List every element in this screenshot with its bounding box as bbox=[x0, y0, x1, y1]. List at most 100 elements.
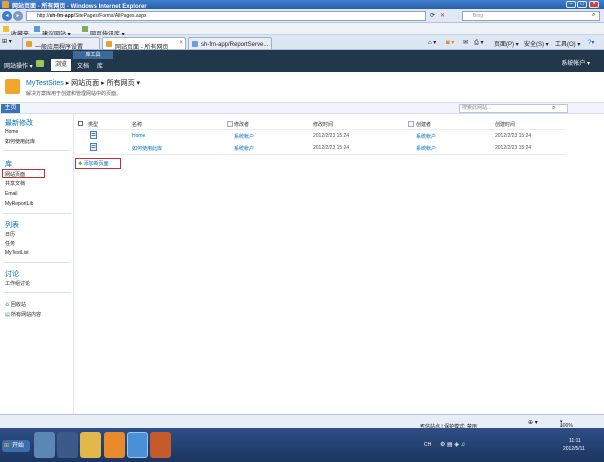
row-name-link[interactable]: Home bbox=[132, 133, 145, 139]
select-all-checkbox[interactable] bbox=[78, 121, 83, 126]
star-icon bbox=[3, 26, 9, 32]
start-label: 开始 bbox=[12, 443, 25, 449]
forward-button[interactable]: ▸ bbox=[13, 11, 23, 21]
address-bar-row: ◂ ▸ http://sh-fm-app/SitePages/Forms/All… bbox=[0, 9, 604, 23]
web-slice-icon bbox=[82, 26, 88, 32]
site-actions-menu[interactable]: 网站操作 ▾ bbox=[4, 61, 33, 70]
page-document-icon bbox=[90, 143, 97, 151]
nav-item-calendar[interactable]: 日历 bbox=[5, 231, 15, 238]
row-created-by[interactable]: 系统帐户 bbox=[416, 145, 436, 152]
breadcrumb-view[interactable]: 所有网页 ▾ bbox=[107, 80, 140, 87]
column-filter-icon[interactable] bbox=[408, 121, 414, 127]
nav-item-recycle-bin[interactable]: ♻ 回收站 bbox=[5, 301, 26, 308]
add-new-label: 添加新页面 bbox=[83, 161, 109, 167]
recent-item[interactable]: 如何使用此库 bbox=[5, 138, 35, 145]
taskbar-server-manager-icon[interactable] bbox=[34, 432, 55, 458]
nav-item-label: 回收站 bbox=[10, 302, 26, 308]
header-divider bbox=[75, 129, 565, 130]
safety-menu[interactable]: 安全(S) ▾ bbox=[524, 39, 549, 48]
tab-report-server[interactable]: sh-fm-app/ReportServe... bbox=[188, 37, 272, 49]
breadcrumb-library[interactable]: 网站页面 bbox=[71, 80, 99, 87]
help-icon[interactable]: ?▾ bbox=[588, 39, 594, 46]
col-name[interactable]: 名称 bbox=[132, 121, 142, 128]
user-menu[interactable]: 系统帐户 ▾ bbox=[561, 58, 590, 67]
stop-icon[interactable]: ✕ bbox=[440, 12, 445, 19]
start-button[interactable]: ⊞ 开始 bbox=[2, 440, 30, 452]
tab-site-pages[interactable]: 网站页面 - 所有网页 × bbox=[102, 37, 186, 51]
tools-menu[interactable]: 工具(O) ▾ bbox=[555, 39, 580, 48]
nav-home-link[interactable]: 主页 bbox=[1, 104, 20, 113]
list-divider bbox=[75, 154, 565, 155]
clock-date[interactable]: 2012/5/11 bbox=[563, 446, 585, 452]
libraries-heading[interactable]: 库 bbox=[5, 159, 12, 169]
bing-search-input[interactable]: Bing bbox=[462, 11, 600, 21]
breadcrumb: MyTestSites ▸ 网站页面 ▸ 所有网页 ▾ bbox=[26, 78, 140, 88]
taskbar-app-icon[interactable] bbox=[104, 432, 125, 458]
nav-item-site-pages[interactable]: 网站页面 bbox=[5, 171, 25, 178]
tab-grid-icon[interactable]: ⊞ ▾ bbox=[2, 38, 12, 45]
nav-item-all-content[interactable]: ▤ 所有网站内容 bbox=[5, 311, 41, 318]
fav-item-webslice[interactable]: 网页快讯库 ▾ bbox=[82, 26, 125, 38]
navigate-up-icon[interactable] bbox=[36, 60, 44, 67]
close-window-button[interactable]: × bbox=[589, 1, 599, 8]
url-path: /SitePages/Forms/AllPages.aspx bbox=[73, 13, 147, 19]
clock-time[interactable]: 11:11 bbox=[569, 438, 581, 444]
taskbar-paint-icon[interactable] bbox=[150, 432, 171, 458]
search-icon[interactable]: ⌕ bbox=[592, 12, 595, 19]
nav-item-shared-docs[interactable]: 共享文档 bbox=[5, 180, 25, 187]
rss-icon[interactable]: ◙ ▾ bbox=[446, 39, 454, 46]
discussions-heading[interactable]: 讨论 bbox=[5, 269, 19, 279]
breadcrumb-site[interactable]: MyTestSites bbox=[26, 80, 64, 87]
taskbar-explorer-icon[interactable] bbox=[80, 432, 101, 458]
nav-item-mytestlist[interactable]: MyTestList bbox=[5, 250, 29, 256]
maximize-button[interactable]: □ bbox=[577, 1, 587, 8]
nav-item-email[interactable]: Email bbox=[5, 191, 18, 197]
tab-documents[interactable]: 文档 bbox=[77, 61, 89, 70]
home-icon[interactable]: ⌂ ▾ bbox=[428, 39, 436, 46]
fav-item-suggested[interactable]: 建议网站 ▾ bbox=[34, 26, 71, 38]
col-created[interactable]: 创建时间 bbox=[495, 121, 515, 128]
site-search-icon[interactable]: ⌕ bbox=[552, 105, 555, 112]
divider bbox=[3, 150, 71, 151]
tab-browse[interactable]: 浏览 bbox=[51, 59, 71, 71]
zoom-tools-icon[interactable]: ⊕ ▾ bbox=[528, 419, 538, 426]
nav-item-myreportlib[interactable]: MyReportLib bbox=[5, 201, 33, 207]
nav-item-team-discussion[interactable]: 工作组讨论 bbox=[5, 280, 30, 287]
nav-item-tasks[interactable]: 任务 bbox=[5, 240, 15, 247]
read-mail-icon[interactable]: ✉ bbox=[463, 39, 468, 46]
tray-icons[interactable]: ⚙ ▤ ◈ ♫ bbox=[440, 441, 465, 448]
row-modified-by[interactable]: 系统帐户 bbox=[234, 145, 254, 152]
col-modified-by[interactable]: 修改者 bbox=[234, 121, 249, 128]
recent-item[interactable]: Home bbox=[5, 129, 18, 135]
print-icon[interactable]: ⎙ ▾ bbox=[474, 39, 483, 47]
tab-label: sh-fm-app/ReportServe... bbox=[201, 42, 269, 48]
window-title-bar: 网站页面 - 所有网页 - Windows Internet Explorer … bbox=[0, 0, 604, 10]
language-indicator[interactable]: CH bbox=[424, 442, 431, 448]
tab-library[interactable]: 库 bbox=[97, 61, 103, 70]
row-created: 2012/2/23 15:24 bbox=[495, 145, 532, 151]
minimize-button[interactable]: – bbox=[566, 1, 576, 8]
lists-heading[interactable]: 列表 bbox=[5, 220, 19, 230]
taskbar-powershell-icon[interactable] bbox=[57, 432, 78, 458]
taskbar-ie-icon[interactable] bbox=[127, 432, 148, 458]
breadcrumb-separator: ▸ bbox=[101, 80, 105, 87]
close-tab-icon[interactable]: × bbox=[179, 40, 183, 46]
favorites-button[interactable]: 收藏夹 bbox=[3, 26, 29, 38]
add-new-page-link[interactable]: ✚ 添加新页面 bbox=[78, 160, 109, 167]
breadcrumb-separator: ▸ bbox=[65, 80, 70, 87]
zoom-level[interactable]: ⌕ 100% ▾ bbox=[560, 419, 573, 429]
column-filter-icon[interactable] bbox=[227, 121, 233, 127]
page-menu[interactable]: 页面(P) ▾ bbox=[494, 39, 519, 48]
back-button[interactable]: ◂ bbox=[2, 11, 12, 21]
address-input[interactable]: http://sh-fm-app/SitePages/Forms/AllPage… bbox=[26, 11, 426, 21]
recent-heading[interactable]: 最新修改 bbox=[5, 118, 33, 128]
col-created-by[interactable]: 创建者 bbox=[416, 121, 431, 128]
refresh-icon[interactable]: ⟳ bbox=[430, 12, 435, 19]
row-modified-by[interactable]: 系统帐户 bbox=[234, 133, 254, 140]
row-name-link[interactable]: 如何使用此库 bbox=[132, 145, 162, 152]
row-created-by[interactable]: 系统帐户 bbox=[416, 133, 436, 140]
col-type[interactable]: 类型 bbox=[88, 121, 98, 128]
col-modified[interactable]: 修改时间 bbox=[313, 121, 333, 128]
tab-central-admin[interactable]: 一般应用程序设置 bbox=[22, 37, 100, 51]
divider bbox=[3, 262, 71, 263]
